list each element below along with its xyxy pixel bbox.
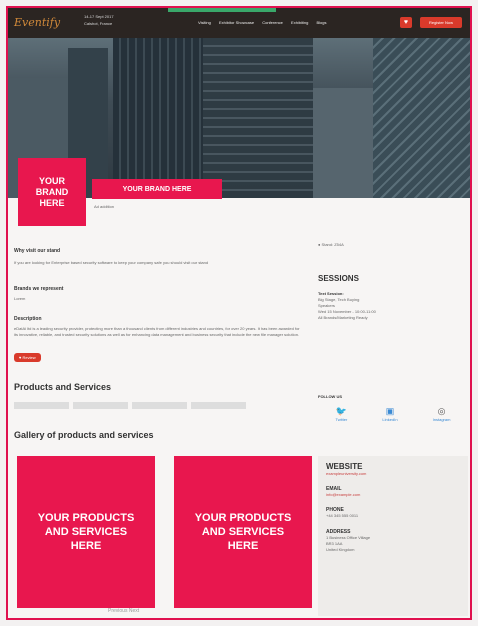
product-card[interactable]: YOUR PRODUCTS AND SERVICES HERE <box>174 456 312 608</box>
event-location: Calshot, France <box>84 21 113 26</box>
brand-name-box: YOUR BRAND HERE <box>92 179 222 199</box>
follow-us: FOLLOW US 🐦 Twitter ▣ LinkedIn ◎ Instagram <box>318 394 468 422</box>
linkedin-icon: ▣ <box>385 406 395 416</box>
heart-icon: ♥ <box>403 19 409 26</box>
instagram-link[interactable]: ◎ Instagram <box>433 406 451 422</box>
address-line: United Kingdom <box>326 547 355 552</box>
pager-dot[interactable] <box>168 619 171 620</box>
contact-box: WEBSITE exampleuniversity.com EMAIL info… <box>318 456 468 616</box>
email-link[interactable]: info@example.com <box>326 492 468 497</box>
menu-item-visiting[interactable]: Visiting <box>198 20 211 25</box>
sidebar: ● Stand: Z54A SESSIONS Text Session: Big… <box>318 234 468 321</box>
description-text: eDatAi ltd is a leading security provide… <box>14 326 300 337</box>
gallery-pager[interactable]: Previous Next <box>108 608 139 614</box>
progress-bar <box>168 8 276 12</box>
product-tag[interactable] <box>132 402 187 409</box>
follow-title: FOLLOW US <box>318 394 342 399</box>
event-info: 14-17 Sept 2017 Calshot, France <box>84 13 114 27</box>
session-line: All Brands/Marketing Ready <box>318 315 368 320</box>
logo[interactable]: Eventify <box>14 16 60 29</box>
website-link[interactable]: exampleuniversity.com <box>326 471 468 476</box>
product-label: YOUR PRODUCTS AND SERVICES HERE <box>37 512 135 552</box>
product-tags <box>14 396 308 414</box>
social-links: 🐦 Twitter ▣ LinkedIn ◎ Instagram <box>318 406 468 422</box>
menu-item-exhibiting[interactable]: Exhibiting <box>291 20 308 25</box>
menu-item-blogs[interactable]: Blogs <box>317 20 327 25</box>
brand-logo-box: YOUR BRAND HERE <box>18 158 86 226</box>
review-button[interactable]: ♥ Review <box>14 353 41 362</box>
main-content: Why visit our stand If you are looking f… <box>8 234 308 440</box>
sessions-title: SESSIONS <box>318 274 359 283</box>
top-nav: Eventify 14-17 Sept 2017 Calshot, France… <box>8 8 470 38</box>
website-title: WEBSITE <box>326 462 363 471</box>
page-frame: Eventify 14-17 Sept 2017 Calshot, France… <box>6 6 472 620</box>
product-tag[interactable] <box>191 402 246 409</box>
brand-subtitle: Ad addition <box>94 204 115 209</box>
linkedin-link[interactable]: ▣ LinkedIn <box>382 406 397 422</box>
instagram-icon: ◎ <box>437 406 446 416</box>
phone-value: +44 345 555 0011 <box>326 513 359 518</box>
brand-logo-label: YOUR BRAND HERE <box>35 175 69 208</box>
menu-item-conference[interactable]: Conference <box>262 20 283 25</box>
twitter-link[interactable]: 🐦 Twitter <box>336 406 348 422</box>
event-date: 14-17 Sept 2017 <box>84 14 114 19</box>
product-tag[interactable] <box>14 402 69 409</box>
favorite-button[interactable]: ♥ <box>400 17 412 28</box>
brands-text: Lorem <box>14 296 26 301</box>
brands-title: Brands we represent <box>14 286 64 292</box>
why-text: If you are looking for Enterprise based … <box>14 260 209 265</box>
gallery-title: Gallery of products and services <box>14 430 154 440</box>
description-title: Description <box>14 316 42 322</box>
main-menu: Visiting Exhibitor Showcase Conference E… <box>198 20 334 25</box>
product-label: YOUR PRODUCTS AND SERVICES HERE <box>194 512 292 552</box>
why-title: Why visit our stand <box>14 248 61 254</box>
register-button[interactable]: Register Now <box>420 17 462 28</box>
product-card[interactable]: YOUR PRODUCTS AND SERVICES HERE <box>17 456 155 608</box>
twitter-icon: 🐦 <box>335 406 348 416</box>
menu-item-exhibitor-showcase[interactable]: Exhibitor Showcase <box>219 20 254 25</box>
pin-icon: ● <box>318 242 321 247</box>
product-tag[interactable] <box>73 402 128 409</box>
stand-number: ● Stand: Z54A <box>318 242 344 247</box>
products-title: Products and Services <box>14 382 112 392</box>
